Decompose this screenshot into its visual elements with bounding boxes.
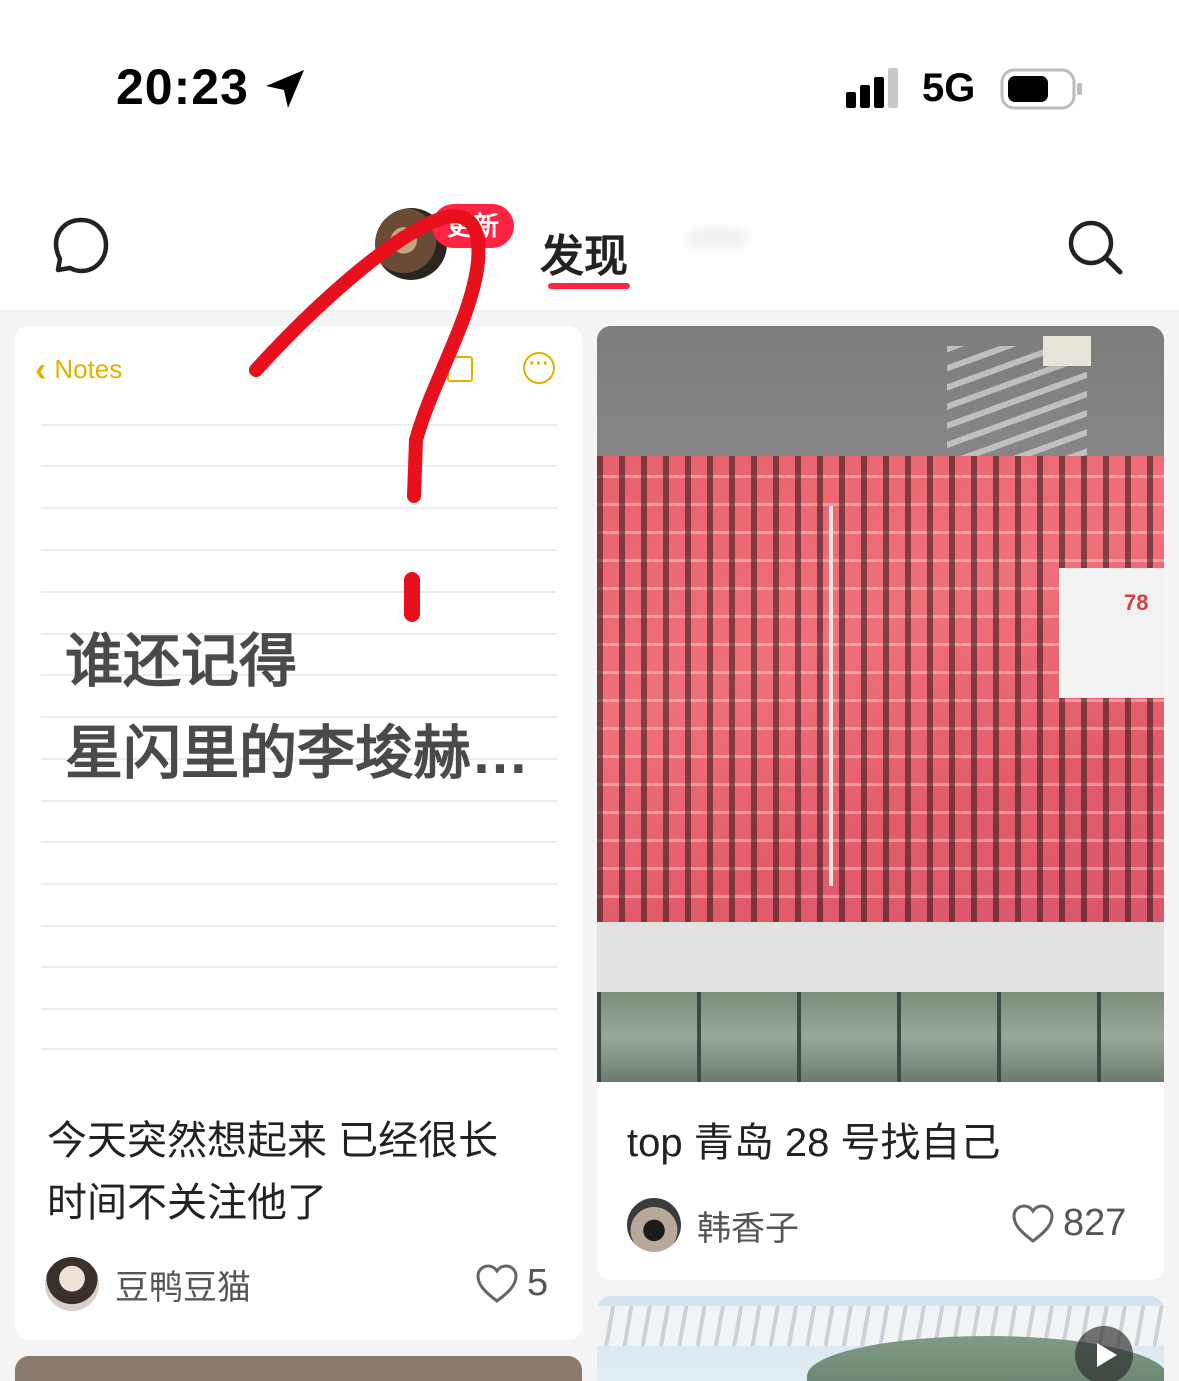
notes-back-label: Notes: [54, 354, 123, 384]
note-card[interactable]: [597, 1296, 1164, 1381]
like-count: 827: [1063, 1202, 1127, 1244]
note-title-line1: 今天突然想起来 已经很长: [47, 1119, 499, 1163]
chevron-left-icon: ‹: [35, 350, 47, 389]
message-icon[interactable]: [50, 214, 112, 276]
more-icon: ···: [523, 352, 555, 384]
top-nav: 更新 发现: [0, 190, 1179, 312]
share-icon: [447, 356, 473, 382]
status-bar: 20:23 5G: [0, 0, 1179, 150]
note-cover-image: 78: [597, 326, 1164, 1082]
heart-icon: [1012, 1203, 1054, 1243]
note-card[interactable]: 78 top 青岛 28 号找自己 韩香子 827: [597, 326, 1164, 1280]
heart-icon: [476, 1263, 518, 1303]
note-cover-text: 谁还记得 星闪里的李埈赫…: [65, 616, 555, 800]
search-icon[interactable]: [1064, 216, 1126, 278]
network-type: 5G: [922, 66, 976, 110]
note-cover-line1: 谁还记得: [65, 629, 298, 694]
tab-discover[interactable]: 发现: [540, 220, 628, 284]
note-card[interactable]: ‹ Notes ··· 谁还记得 星闪里的李埈赫… 今天突然想起来 已经很长 时…: [15, 326, 582, 1340]
like-button[interactable]: 827: [1011, 1202, 1126, 1245]
avatar: [627, 1198, 681, 1252]
note-title-line2: 时间不关注他了: [47, 1181, 327, 1225]
note-title: 今天突然想起来 已经很长 时间不关注他了: [47, 1110, 557, 1234]
update-badge: 更新: [432, 204, 514, 248]
note-cover-image: ‹ Notes ··· 谁还记得 星闪里的李埈赫…: [15, 326, 582, 1078]
note-title: top 青岛 28 号找自己: [627, 1121, 1001, 1165]
status-time: 20:23: [116, 59, 249, 115]
exit-sign: 78: [1124, 590, 1149, 615]
note-author[interactable]: 韩香子: [627, 1198, 799, 1252]
note-card[interactable]: [15, 1356, 582, 1381]
like-button[interactable]: 5: [475, 1262, 548, 1305]
note-cover-line2: 星闪里的李埈赫…: [65, 721, 530, 786]
avatar: [45, 1257, 99, 1311]
active-tab-indicator: [548, 283, 630, 289]
signal-strength-icon: [846, 68, 898, 108]
tab-placeholder: [688, 228, 748, 248]
battery-icon: [1000, 68, 1082, 110]
like-count: 5: [527, 1262, 549, 1304]
note-author[interactable]: 豆鸭豆猫: [45, 1257, 251, 1311]
author-name: 豆鸭豆猫: [115, 1268, 251, 1307]
author-name: 韩香子: [697, 1209, 799, 1248]
play-icon: [1075, 1326, 1133, 1381]
notes-back: ‹ Notes: [35, 350, 123, 389]
location-arrow-icon: [266, 70, 304, 108]
